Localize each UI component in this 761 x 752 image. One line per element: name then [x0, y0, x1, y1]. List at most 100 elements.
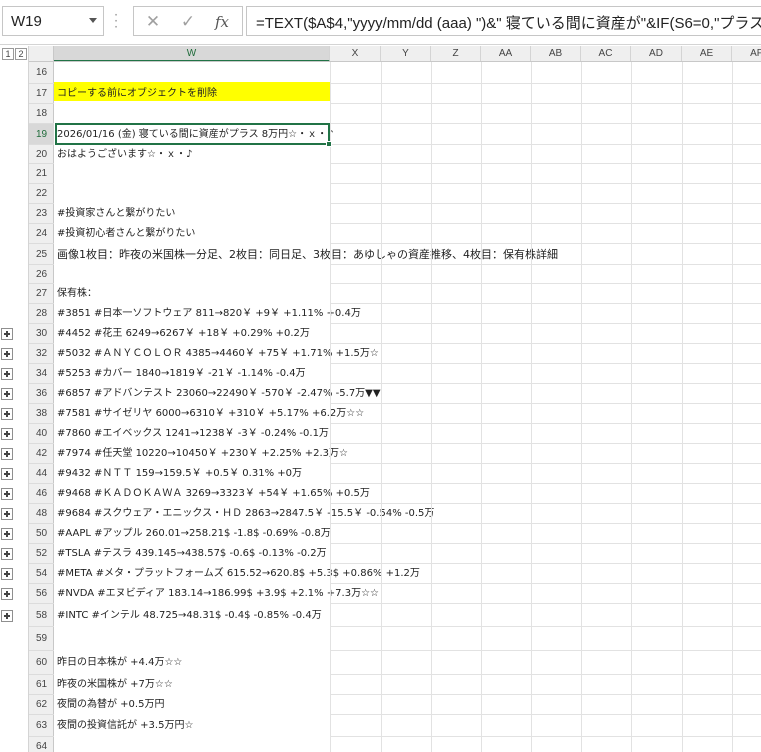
expand-group-icon[interactable]	[1, 368, 13, 380]
chevron-down-icon[interactable]	[89, 18, 97, 23]
row-header-62[interactable]: 62	[29, 695, 54, 715]
row-header-16[interactable]: 16	[29, 62, 54, 84]
formula-input[interactable]: =TEXT($A$4,"yyyy/mm/dd (aaa) ")&" 寝ている間に…	[246, 6, 761, 36]
column-header-AC[interactable]: AC	[581, 46, 631, 61]
cell-W48[interactable]: #9684 #スクウェア・エニックス・ＨＤ 2863→2847.5￥ -15.5…	[54, 504, 434, 524]
select-all-corner[interactable]	[29, 46, 54, 62]
cell-W28[interactable]: #3851 #日本一ソフトウェア 811→820￥ +9￥ +1.11% +0.…	[54, 304, 361, 324]
row-header-23[interactable]: 23	[29, 204, 54, 224]
row-gridline	[330, 694, 761, 695]
row-header-20[interactable]: 20	[29, 145, 54, 164]
column-header-AE[interactable]: AE	[682, 46, 732, 61]
expand-group-icon[interactable]	[1, 448, 13, 460]
cell-W24[interactable]: #投資初心者さんと繋がりたい	[54, 224, 195, 244]
cell-W23[interactable]: #投資家さんと繋がりたい	[54, 204, 175, 224]
column-gridline	[732, 62, 733, 752]
column-header-Y[interactable]: Y	[381, 46, 431, 61]
row-header-46[interactable]: 46	[29, 484, 54, 504]
expand-group-icon[interactable]	[1, 468, 13, 480]
row-header-56[interactable]: 56	[29, 584, 54, 604]
row-header-25[interactable]: 25	[29, 244, 54, 265]
expand-group-icon[interactable]	[1, 508, 13, 520]
cell-W58[interactable]: #INTC #インテル 48.725→48.31$ -0.4$ -0.85% -…	[54, 604, 322, 627]
row-header-18[interactable]: 18	[29, 104, 54, 124]
column-gridline	[631, 62, 632, 752]
row-header-21[interactable]: 21	[29, 164, 54, 184]
cell-W52[interactable]: #TSLA #テスラ 439.145→438.57$ -0.6$ -0.13% …	[54, 544, 327, 564]
row-header-48[interactable]: 48	[29, 504, 54, 524]
cell-W36[interactable]: #6857 #アドバンテスト 23060→22490￥ -570￥ -2.47%…	[54, 384, 381, 404]
outline-level-2-button[interactable]: 2	[15, 48, 27, 60]
row-header-50[interactable]: 50	[29, 524, 54, 544]
row-gridline	[330, 123, 761, 124]
more-vertical-icon[interactable]: · · ·	[113, 9, 119, 33]
row-header-24[interactable]: 24	[29, 224, 54, 244]
cell-W27[interactable]: 保有株：	[54, 284, 97, 304]
row-header-30[interactable]: 30	[29, 324, 54, 344]
column-header-W[interactable]: W	[54, 46, 330, 61]
cell-W25[interactable]: 画像1枚目：昨夜の米国株一分足、2枚目：同日足、3枚目：あゆしゃの資産推移、4枚…	[54, 244, 558, 265]
row-header-63[interactable]: 63	[29, 715, 54, 737]
row-header-58[interactable]: 58	[29, 604, 54, 627]
fill-handle[interactable]	[326, 141, 332, 147]
row-header-54[interactable]: 54	[29, 564, 54, 584]
expand-group-icon[interactable]	[1, 528, 13, 540]
row-header-40[interactable]: 40	[29, 424, 54, 444]
cell-W44[interactable]: #9432 #ＮＴＴ 159→159.5￥ +0.5￥ 0.31% +0万	[54, 464, 302, 484]
expand-group-icon[interactable]	[1, 488, 13, 500]
cell-W63[interactable]: 夜間の投資信託が +3.5万円☆	[54, 715, 193, 737]
row-header-34[interactable]: 34	[29, 364, 54, 384]
cell-W40[interactable]: #7860 #エイベックス 1241→1238￥ -3￥ -0.24% -0.1…	[54, 424, 329, 444]
expand-group-icon[interactable]	[1, 588, 13, 600]
cell-W42[interactable]: #7974 #任天堂 10220→10450￥ +230￥ +2.25% +2.…	[54, 444, 348, 464]
cell-W61[interactable]: 昨夜の米国株が +7万☆☆	[54, 675, 173, 695]
column-header-Z[interactable]: Z	[431, 46, 481, 61]
cell-W38[interactable]: #7581 #サイゼリヤ 6000→6310￥ +310￥ +5.17% +6.…	[54, 404, 364, 424]
cell-W30[interactable]: #4452 #花王 6249→6267￥ +18￥ +0.29% +0.2万	[54, 324, 310, 344]
row-header-42[interactable]: 42	[29, 444, 54, 464]
expand-group-icon[interactable]	[1, 348, 13, 360]
column-gridline	[381, 62, 382, 752]
row-header-61[interactable]: 61	[29, 675, 54, 695]
cell-W34[interactable]: #5253 #カバー 1840→1819￥ -21￥ -1.14% -0.4万	[54, 364, 306, 384]
row-header-17[interactable]: 17	[29, 84, 54, 104]
insert-function-button[interactable]: fx	[211, 11, 233, 33]
column-header-AB[interactable]: AB	[531, 46, 581, 61]
column-header-AD[interactable]: AD	[631, 46, 682, 61]
cell-W17[interactable]: コピーする前にオブジェクトを削除	[54, 84, 217, 104]
outline-level-1-button[interactable]: 1	[2, 48, 14, 60]
row-header-19[interactable]: 19	[29, 124, 54, 145]
expand-group-icon[interactable]	[1, 328, 13, 340]
cell-W60[interactable]: 昨日の日本株が +4.4万☆☆	[54, 651, 182, 675]
column-header-AA[interactable]: AA	[481, 46, 531, 61]
expand-group-icon[interactable]	[1, 428, 13, 440]
row-header-27[interactable]: 27	[29, 284, 54, 304]
cell-W50[interactable]: #AAPL #アップル 260.01→258.21$ -1.8$ -0.69% …	[54, 524, 331, 544]
row-header-60[interactable]: 60	[29, 651, 54, 675]
cell-W54[interactable]: #META #メタ・プラットフォームズ 615.52→620.8$ +5.3$ …	[54, 564, 420, 584]
row-header-28[interactable]: 28	[29, 304, 54, 324]
expand-group-icon[interactable]	[1, 388, 13, 400]
column-gridline	[330, 62, 331, 752]
name-box[interactable]: W19	[2, 6, 104, 36]
expand-group-icon[interactable]	[1, 408, 13, 420]
row-header-44[interactable]: 44	[29, 464, 54, 484]
row-header-22[interactable]: 22	[29, 184, 54, 204]
row-header-59[interactable]: 59	[29, 627, 54, 651]
check-icon[interactable]: ✓	[177, 11, 199, 33]
row-header-38[interactable]: 38	[29, 404, 54, 424]
cell-W62[interactable]: 夜間の為替が +0.5万円	[54, 695, 164, 715]
cell-W20[interactable]: おはようございます☆・ｘ・♪	[54, 145, 192, 164]
column-header-AF[interactable]: AF	[732, 46, 761, 61]
row-header-52[interactable]: 52	[29, 544, 54, 564]
expand-group-icon[interactable]	[1, 610, 13, 622]
close-icon[interactable]: ✕	[142, 11, 164, 33]
column-header-X[interactable]: X	[330, 46, 381, 61]
cell-W46[interactable]: #9468 #ＫＡＤＯＫＡＷＡ 3269→3323￥ +54￥ +1.65% +…	[54, 484, 370, 504]
expand-group-icon[interactable]	[1, 548, 13, 560]
row-header-26[interactable]: 26	[29, 265, 54, 284]
row-header-32[interactable]: 32	[29, 344, 54, 364]
row-header-64[interactable]: 64	[29, 737, 54, 752]
expand-group-icon[interactable]	[1, 568, 13, 580]
row-header-36[interactable]: 36	[29, 384, 54, 404]
